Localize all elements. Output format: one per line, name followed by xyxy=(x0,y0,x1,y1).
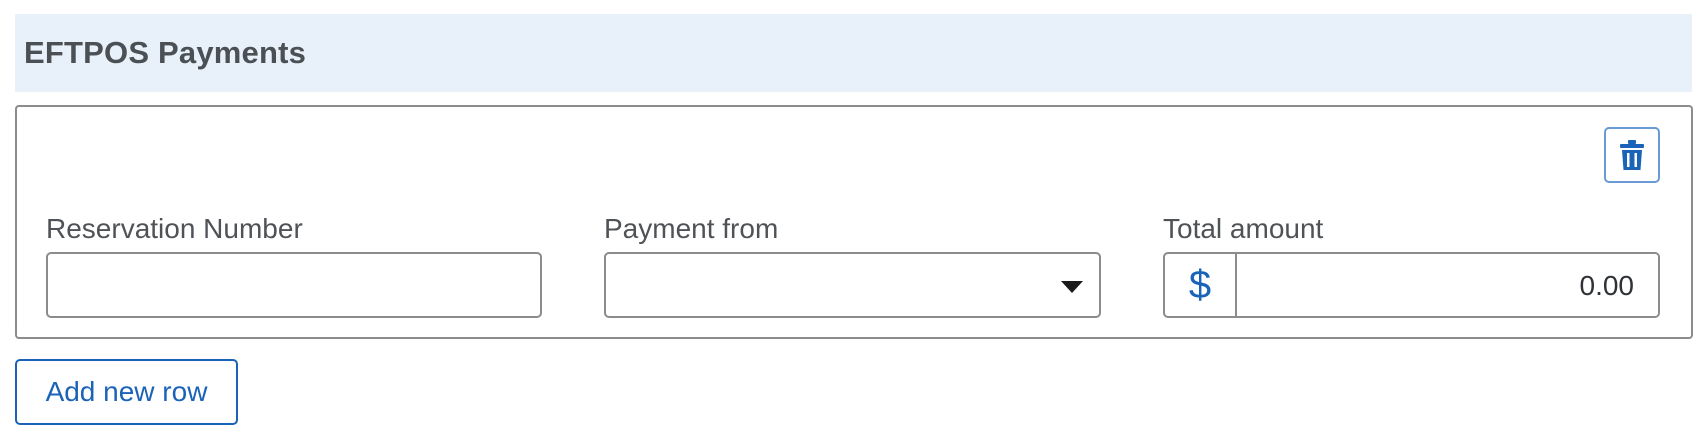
total-amount-group: $ xyxy=(1163,252,1660,318)
payment-from-select[interactable] xyxy=(604,252,1101,318)
total-amount-label: Total amount xyxy=(1163,213,1324,244)
chevron-down-icon xyxy=(1061,281,1083,293)
delete-row-button[interactable] xyxy=(1604,127,1660,183)
section-title: EFTPOS Payments xyxy=(24,35,307,70)
payment-from-label: Payment from xyxy=(604,213,779,244)
reservation-number-input[interactable] xyxy=(46,252,542,318)
add-new-row-button[interactable]: Add new row xyxy=(15,359,238,425)
trash-icon xyxy=(1620,140,1644,170)
reservation-number-label: Reservation Number xyxy=(46,213,303,244)
payment-row-panel: Reservation Number Payment from Total am… xyxy=(15,105,1693,339)
section-header: EFTPOS Payments xyxy=(15,14,1692,92)
dollar-icon: $ xyxy=(1165,254,1237,316)
total-amount-input[interactable] xyxy=(1237,254,1658,316)
